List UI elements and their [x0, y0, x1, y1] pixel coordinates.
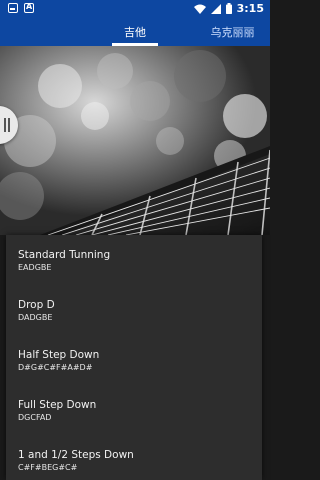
- tuning-notes: EADGBE: [18, 263, 52, 272]
- app-notification-icon: [8, 3, 18, 13]
- tuning-notes: DGCFAD: [18, 413, 52, 422]
- tuning-name: Full Step Down: [18, 399, 97, 411]
- tuning-item-one-and-half-steps-down[interactable]: 1 and 1/2 Steps Down C#F#BEG#C#: [6, 435, 262, 480]
- tuning-item-drop-d[interactable]: Drop D DADGBE: [6, 285, 262, 335]
- guitar-fretboard-image: [0, 46, 270, 235]
- battery-icon: [225, 3, 232, 14]
- tab-ukulele[interactable]: 乌克丽丽: [205, 19, 260, 46]
- tuning-name: Half Step Down: [18, 349, 100, 361]
- tuning-name: 1 and 1/2 Steps Down: [18, 449, 134, 461]
- text-notification-icon: [24, 2, 34, 13]
- tab-bar: 吉他 乌克丽丽: [0, 19, 270, 46]
- tab-guitar[interactable]: 吉他: [112, 19, 158, 46]
- status-time: 3:15: [236, 2, 264, 15]
- tuning-name: Drop D: [18, 299, 55, 311]
- tuning-notes: D#G#C#F#A#D#: [18, 363, 93, 372]
- tuning-item-half-step-down[interactable]: Half Step Down D#G#C#F#A#D#: [6, 335, 262, 385]
- tuning-name: Standard Tunning: [18, 249, 111, 261]
- wifi-icon: [193, 4, 206, 14]
- tuning-notes: C#F#BEG#C#: [18, 463, 78, 472]
- tuning-notes: DADGBE: [18, 313, 53, 322]
- status-bar: 3:15: [0, 0, 270, 19]
- signal-icon: [210, 3, 221, 14]
- tuning-item-full-step-down[interactable]: Full Step Down DGCFAD: [6, 385, 262, 435]
- tuning-list: Standard Tunning EADGBE Drop D DADGBE Ha…: [6, 235, 262, 480]
- tuning-item-standard[interactable]: Standard Tunning EADGBE: [6, 235, 262, 285]
